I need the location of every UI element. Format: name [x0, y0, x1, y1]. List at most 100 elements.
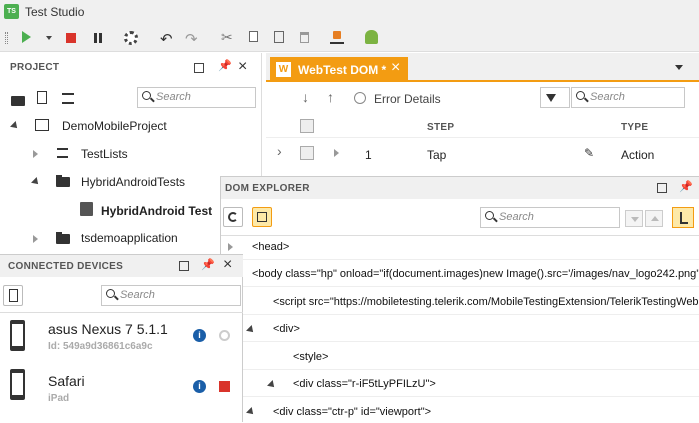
- add-test-icon[interactable]: [37, 91, 47, 104]
- dom-node[interactable]: <head>: [252, 241, 289, 253]
- expand-icon[interactable]: [246, 407, 256, 417]
- mobile-test-icon: [80, 202, 93, 216]
- device-status-icon[interactable]: [219, 330, 230, 341]
- error-icon: [354, 92, 366, 104]
- refresh-icon: [228, 212, 238, 222]
- stop-button[interactable]: [66, 33, 76, 43]
- tab-webtest-dom[interactable]: W WebTest DOM * ×: [270, 57, 408, 82]
- column-step: STEP: [427, 122, 455, 133]
- record-icon[interactable]: [330, 31, 344, 44]
- run-button[interactable]: [22, 31, 31, 43]
- project-search-input[interactable]: Search: [137, 87, 256, 108]
- info-icon[interactable]: i: [193, 329, 206, 342]
- dom-search-input[interactable]: Search: [480, 207, 620, 228]
- cut-icon[interactable]: ✂: [221, 29, 233, 46]
- add-device-icon: [9, 289, 18, 302]
- chevron-right-icon[interactable]: ›: [277, 143, 282, 159]
- redo-icon[interactable]: ↷: [185, 30, 198, 48]
- pause-button[interactable]: [94, 33, 102, 43]
- dom-header: DOM EXPLORER: [225, 183, 310, 194]
- device-type: iPad: [48, 393, 70, 404]
- add-folder-icon[interactable]: [11, 96, 25, 106]
- dom-node[interactable]: <div class="ctr-p" id="viewport">: [273, 406, 431, 418]
- tree-item-testlists[interactable]: TestLists: [81, 147, 128, 161]
- title-bar: TS Test Studio: [0, 0, 699, 24]
- error-details-button[interactable]: Error Details: [374, 92, 441, 106]
- dom-row-divider: [221, 341, 699, 342]
- devices-maximize-icon[interactable]: [179, 261, 189, 271]
- tab-close-icon[interactable]: ×: [391, 59, 400, 77]
- project-maximize-icon[interactable]: [194, 63, 204, 73]
- select-all-checkbox[interactable]: [300, 119, 314, 133]
- expand-icon[interactable]: [267, 380, 277, 390]
- collapse-icon[interactable]: [228, 243, 233, 251]
- filter-icon: [546, 94, 556, 102]
- dom-tree: <head> <body class="hp" onload="if(docum…: [221, 235, 699, 423]
- dom-node[interactable]: <style>: [293, 351, 328, 363]
- settings-gear-icon[interactable]: [124, 31, 138, 45]
- dom-node[interactable]: <div>: [273, 323, 300, 335]
- dom-node[interactable]: <div class="r-iF5tLyPFILzU">: [293, 378, 436, 390]
- tree-item-project[interactable]: DemoMobileProject: [62, 119, 167, 133]
- dom-node[interactable]: <script src="https://mobiletesting.teler…: [273, 296, 699, 308]
- folder-icon: [56, 232, 70, 244]
- dom-explorer-panel: DOM EXPLORER 📌 Search <head> <body class…: [220, 176, 699, 422]
- webtest-icon: W: [276, 62, 291, 77]
- add-device-button[interactable]: [3, 285, 23, 306]
- cursor-icon: [257, 212, 267, 222]
- highlight-element-button[interactable]: [252, 207, 272, 227]
- expand-icon[interactable]: [246, 325, 256, 335]
- add-testlist-icon[interactable]: [62, 93, 74, 104]
- steps-search-input[interactable]: Search: [571, 87, 685, 108]
- project-close-icon[interactable]: ×: [238, 58, 247, 76]
- run-dropdown-icon[interactable]: [46, 36, 52, 40]
- devices-header: CONNECTED DEVICES: [8, 261, 124, 272]
- dom-pin-icon[interactable]: 📌: [679, 180, 693, 193]
- search-down-icon[interactable]: [625, 210, 643, 227]
- delete-icon[interactable]: [300, 32, 309, 43]
- project-pin-icon[interactable]: 📌: [218, 59, 232, 72]
- undo-icon[interactable]: ↶: [160, 30, 173, 48]
- toolbar-grip: [5, 32, 8, 44]
- window-title: Test Studio: [25, 5, 85, 19]
- tree-item-hybridandroidtests[interactable]: HybridAndroidTests: [81, 175, 185, 189]
- collapse-icon[interactable]: [33, 235, 38, 243]
- list-item[interactable]: Safari iPad i: [0, 365, 243, 411]
- devices-close-icon[interactable]: ×: [223, 256, 232, 274]
- tree-icon: [680, 212, 688, 224]
- filter-dropdown[interactable]: [540, 87, 570, 108]
- devices-pin-icon[interactable]: 📌: [201, 258, 215, 271]
- webtest-document: W WebTest DOM * × ↓ ↑ Error Details Sear…: [266, 53, 699, 178]
- expand-icon[interactable]: [31, 177, 41, 187]
- devices-search-input[interactable]: Search: [101, 285, 241, 306]
- tree-item-tsdemoapplication[interactable]: tsdemoapplication: [81, 231, 178, 245]
- move-down-icon[interactable]: ↓: [302, 89, 309, 105]
- move-up-icon[interactable]: ↑: [327, 89, 334, 105]
- paste-icon[interactable]: [274, 31, 284, 43]
- step-checkbox[interactable]: [300, 146, 314, 160]
- list-item[interactable]: asus Nexus 7 5.1.1 Id: 549a9d36861c6a9c …: [0, 315, 243, 361]
- tree-view-button[interactable]: [672, 207, 694, 228]
- edit-pencil-icon[interactable]: ✎: [584, 146, 594, 160]
- expand-icon[interactable]: [10, 121, 20, 131]
- info-icon[interactable]: i: [193, 380, 206, 393]
- tree-item-hybridandroid-test[interactable]: HybridAndroid Test: [101, 204, 212, 218]
- table-row[interactable]: › 1 Tap ✎ Action: [266, 139, 699, 167]
- collapse-icon[interactable]: [33, 150, 38, 158]
- stop-device-button[interactable]: [219, 381, 230, 392]
- dom-maximize-icon[interactable]: [657, 183, 667, 193]
- copy-icon[interactable]: [249, 31, 258, 42]
- device-id: Id: 549a9d36861c6a9c: [48, 341, 153, 352]
- refresh-button[interactable]: [223, 207, 243, 227]
- search-icon: [576, 91, 585, 100]
- tabs-dropdown-icon[interactable]: [675, 65, 683, 70]
- dom-node[interactable]: <body class="hp" onload="if(document.ima…: [252, 268, 699, 280]
- connected-devices-panel: CONNECTED DEVICES 📌 × Search asus Nexus …: [0, 254, 243, 422]
- search-up-icon[interactable]: [645, 210, 663, 227]
- step-number: 1: [365, 148, 372, 162]
- play-step-icon[interactable]: [334, 149, 339, 157]
- list-icon: [57, 148, 68, 158]
- tab-label: WebTest DOM *: [298, 63, 387, 77]
- android-icon[interactable]: [365, 30, 378, 44]
- steps-header-row: STEP TYPE: [266, 114, 699, 138]
